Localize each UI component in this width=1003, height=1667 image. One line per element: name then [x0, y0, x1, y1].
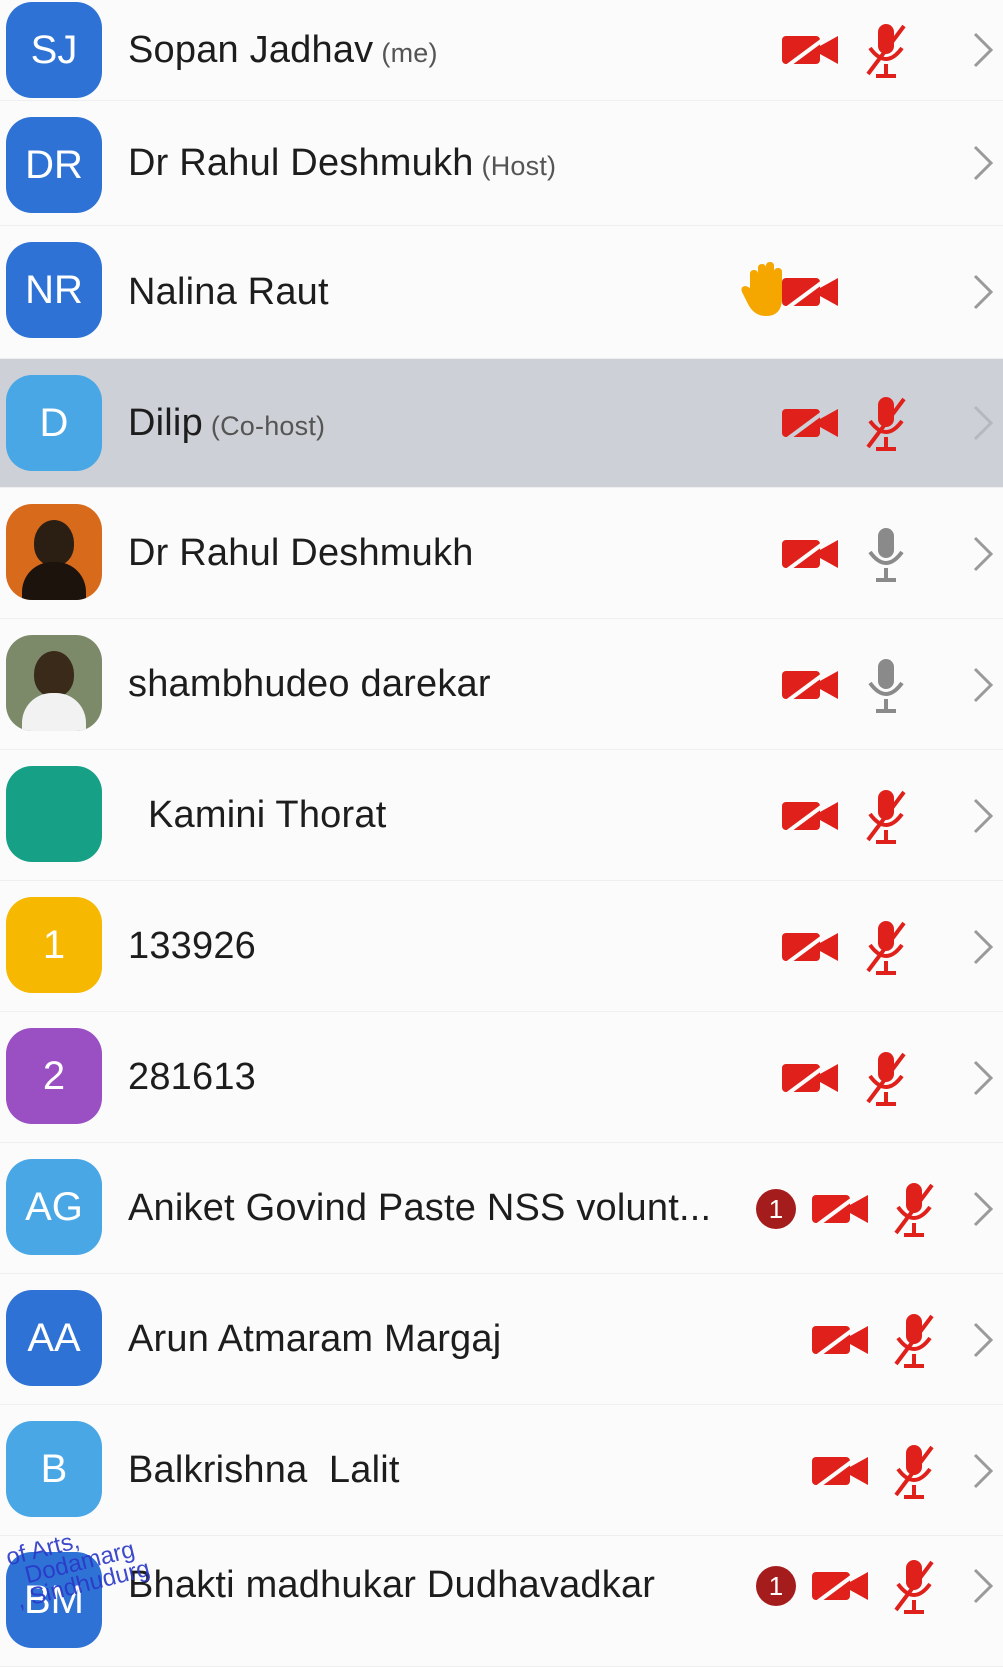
- participant-name: shambhudeo darekar: [128, 663, 491, 705]
- participant-row-selected[interactable]: D Dilip (Co-host): [0, 359, 1003, 488]
- mic-off-icon[interactable]: [864, 786, 908, 846]
- unread-badge: 1: [756, 1566, 796, 1606]
- video-off-icon[interactable]: [810, 1187, 870, 1231]
- video-off-icon[interactable]: [780, 925, 840, 969]
- participant-tag: (Host): [481, 151, 557, 181]
- chevron-right-icon[interactable]: [971, 30, 995, 70]
- participant-name: Balkrishna Lalit: [128, 1449, 400, 1491]
- chevron-right-icon[interactable]: [971, 1189, 995, 1229]
- chevron-right-icon[interactable]: [971, 796, 995, 836]
- chevron-right-icon[interactable]: [971, 927, 995, 967]
- avatar-photo-body: [22, 562, 86, 600]
- mic-off-icon[interactable]: [892, 1441, 936, 1501]
- mic-off-icon[interactable]: [864, 1048, 908, 1108]
- mic-off-icon[interactable]: [864, 393, 908, 453]
- mic-off-icon[interactable]: [864, 20, 908, 80]
- participant-row[interactable]: shambhudeo darekar: [0, 619, 1003, 750]
- participant-name: Nalina Raut: [128, 271, 329, 313]
- avatar: 2: [6, 1028, 102, 1124]
- avatar-photo: [6, 504, 102, 600]
- video-off-icon[interactable]: [810, 1449, 870, 1493]
- video-off-icon[interactable]: [780, 401, 840, 445]
- participant-name: Sopan Jadhav (me): [128, 29, 438, 71]
- chevron-right-icon[interactable]: [971, 665, 995, 705]
- mic-on-icon[interactable]: [864, 524, 908, 584]
- chevron-right-icon[interactable]: [971, 1451, 995, 1491]
- participant-tag: (Co-host): [210, 411, 326, 441]
- avatar-photo-body: [22, 693, 86, 731]
- avatar: SJ: [6, 2, 102, 98]
- participant-name: Dilip (Co-host): [128, 402, 326, 444]
- video-off-icon[interactable]: [810, 1318, 870, 1362]
- participant-name: Dr Rahul Deshmukh: [128, 532, 474, 574]
- participant-tag: (me): [381, 38, 438, 68]
- avatar: D: [6, 375, 102, 471]
- avatar: AG: [6, 1159, 102, 1255]
- participant-name: 133926: [128, 925, 257, 967]
- video-off-icon[interactable]: [780, 1056, 840, 1100]
- avatar: B: [6, 1421, 102, 1517]
- chevron-right-icon[interactable]: [971, 1566, 995, 1606]
- chevron-right-icon[interactable]: [971, 1320, 995, 1360]
- participant-row[interactable]: AG Aniket Govind Paste NSS volunt... 1: [0, 1143, 1003, 1274]
- participant-row[interactable]: AA Arun Atmaram Margaj: [0, 1274, 1003, 1405]
- participant-name: Arun Atmaram Margaj: [128, 1318, 502, 1360]
- participant-name: Aniket Govind Paste NSS volunt...: [128, 1187, 712, 1229]
- chevron-right-icon[interactable]: [971, 403, 995, 443]
- participant-name: Bhakti madhukar Dudhavadkar: [128, 1564, 656, 1606]
- avatar-photo-head: [34, 651, 74, 697]
- chevron-right-icon[interactable]: [971, 534, 995, 574]
- participant-row[interactable]: 2 281613: [0, 1012, 1003, 1143]
- mic-off-icon[interactable]: [892, 1179, 936, 1239]
- avatar: NR: [6, 242, 102, 338]
- mic-off-icon[interactable]: [864, 917, 908, 977]
- participant-row[interactable]: SJ Sopan Jadhav (me): [0, 0, 1003, 101]
- mic-on-icon[interactable]: [864, 655, 908, 715]
- chevron-right-icon[interactable]: [971, 1058, 995, 1098]
- video-off-icon[interactable]: [810, 1564, 870, 1608]
- participant-name: Kamini Thorat: [148, 794, 387, 836]
- participants-list: SJ Sopan Jadhav (me) DR Dr Rahul Deshmukh…: [0, 0, 1003, 1667]
- video-off-icon[interactable]: [780, 28, 840, 72]
- mic-off-icon[interactable]: [892, 1310, 936, 1370]
- avatar: [6, 766, 102, 862]
- participant-row[interactable]: DR Dr Rahul Deshmukh (Host): [0, 101, 1003, 226]
- participant-name: Dr Rahul Deshmukh (Host): [128, 142, 557, 184]
- video-off-icon[interactable]: [780, 270, 840, 314]
- avatar-photo: [6, 635, 102, 731]
- avatar: DR: [6, 117, 102, 213]
- video-off-icon[interactable]: [780, 663, 840, 707]
- participant-row[interactable]: 1 133926: [0, 881, 1003, 1012]
- participant-row[interactable]: BM Bhakti madhukar Dudhavadkar 1: [0, 1536, 1003, 1667]
- avatar: AA: [6, 1290, 102, 1386]
- chevron-right-icon[interactable]: [971, 143, 995, 183]
- mic-off-icon[interactable]: [892, 1556, 936, 1616]
- participant-name: 281613: [128, 1056, 257, 1098]
- avatar-photo-head: [34, 520, 74, 566]
- participant-row[interactable]: B Balkrishna Lalit: [0, 1405, 1003, 1536]
- video-off-icon[interactable]: [780, 794, 840, 838]
- avatar: 1: [6, 897, 102, 993]
- unread-badge: 1: [756, 1189, 796, 1229]
- participant-row[interactable]: NR Nalina Raut: [0, 226, 1003, 359]
- participant-row[interactable]: Kamini Thorat: [0, 750, 1003, 881]
- video-off-icon[interactable]: [780, 532, 840, 576]
- chevron-right-icon[interactable]: [971, 272, 995, 312]
- participant-row[interactable]: Dr Rahul Deshmukh: [0, 488, 1003, 619]
